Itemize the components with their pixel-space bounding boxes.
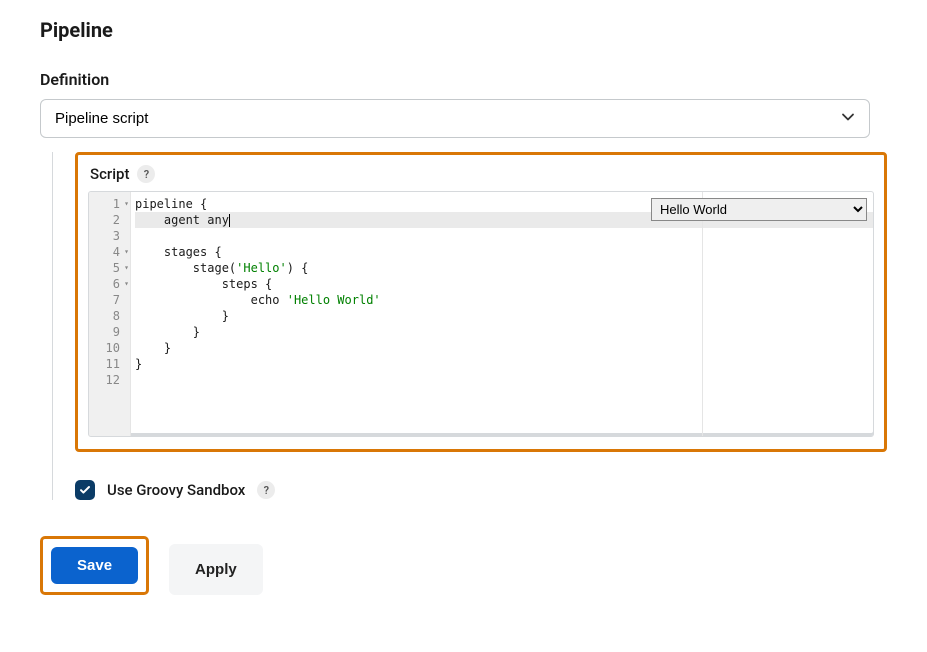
code-line[interactable]: } — [135, 324, 873, 340]
code-line[interactable]: steps { — [135, 276, 873, 292]
save-highlight-box: Save — [40, 536, 149, 595]
gutter-line: 10 — [89, 340, 130, 356]
apply-button[interactable]: Apply — [169, 544, 263, 595]
gutter-line: 4 — [89, 244, 130, 260]
sandbox-label: Use Groovy Sandbox — [107, 481, 245, 499]
code-line[interactable]: stages { — [135, 244, 873, 260]
code-line[interactable] — [135, 372, 873, 388]
gutter-line: 9 — [89, 324, 130, 340]
page-title: Pipeline — [40, 18, 887, 42]
code-line[interactable]: } — [135, 308, 873, 324]
help-icon[interactable]: ? — [137, 165, 155, 183]
gutter-line: 11 — [89, 356, 130, 372]
code-line[interactable] — [135, 228, 873, 244]
help-icon[interactable]: ? — [257, 481, 275, 499]
gutter-line: 12 — [89, 372, 130, 388]
code-line[interactable]: stage('Hello') { — [135, 260, 873, 276]
script-editor[interactable]: 123456789101112 pipeline { agent any sta… — [88, 191, 874, 437]
gutter-line: 1 — [89, 196, 130, 212]
script-highlight-box: Script ? 123456789101112 pipeline { agen… — [75, 152, 887, 452]
gutter-line: 2 — [89, 212, 130, 228]
gutter-line: 5 — [89, 260, 130, 276]
editor-divider — [702, 192, 703, 436]
gutter-line: 3 — [89, 228, 130, 244]
definition-select[interactable]: Pipeline script — [40, 99, 870, 138]
save-button[interactable]: Save — [51, 547, 138, 584]
code-line[interactable]: } — [135, 340, 873, 356]
code-line[interactable]: echo 'Hello World' — [135, 292, 873, 308]
definition-label: Definition — [40, 70, 887, 89]
sandbox-checkbox[interactable] — [75, 480, 95, 500]
script-label: Script — [90, 165, 129, 183]
editor-code[interactable]: pipeline { agent any stages { stage('Hel… — [131, 192, 873, 436]
code-line[interactable]: } — [135, 356, 873, 372]
gutter-line: 6 — [89, 276, 130, 292]
editor-gutter: 123456789101112 — [89, 192, 131, 436]
editor-cursor — [229, 214, 230, 227]
sample-script-select[interactable]: Hello World — [651, 198, 867, 221]
gutter-line: 7 — [89, 292, 130, 308]
gutter-line: 8 — [89, 308, 130, 324]
